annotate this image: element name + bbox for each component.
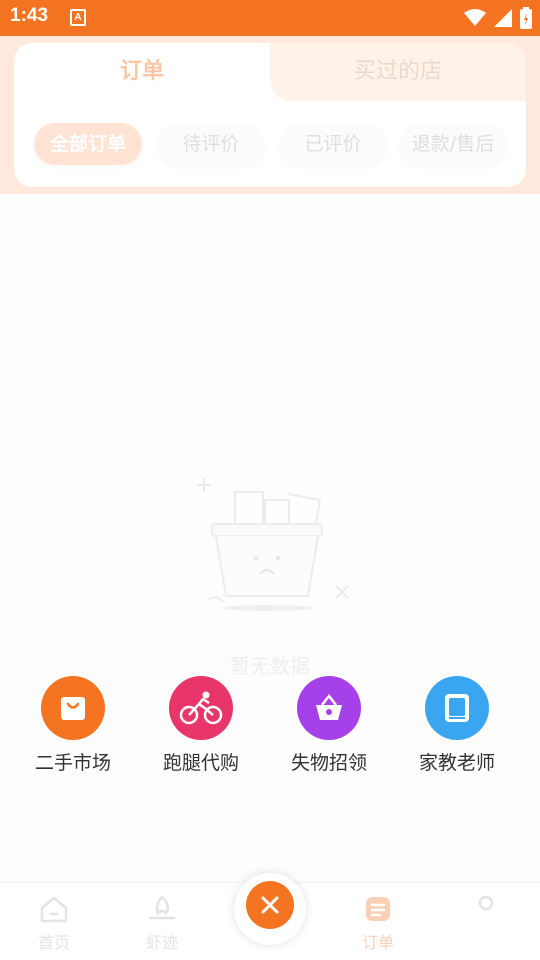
quick-item-label: 失物招领	[290, 752, 367, 774]
quick-item-label: 二手市场	[34, 752, 111, 774]
status-icons	[464, 6, 532, 30]
empty-state-text: 暂无数据	[230, 654, 310, 678]
signal-icon	[494, 9, 512, 27]
quick-item-tutor[interactable]: 家教老师	[402, 676, 512, 775]
battery-icon	[520, 7, 532, 29]
nav-label: 虾迹	[145, 933, 178, 952]
nav-trail[interactable]: 虾迹	[122, 895, 202, 953]
profile-icon	[478, 895, 494, 911]
shopping-bag-icon	[41, 676, 105, 740]
nav-label: 首页	[37, 933, 70, 952]
order-tab-card: 订单 买过的店 全部订单 待评价 已评价 退款/售后	[14, 43, 526, 187]
nav-label: 订单	[361, 933, 394, 952]
chip-pending-review[interactable]: 待评价	[158, 123, 264, 165]
chip-reviewed[interactable]: 已评价	[280, 123, 386, 165]
quick-item-label: 跑腿代购	[162, 752, 239, 774]
notification-icon: A	[70, 9, 86, 26]
basket-icon	[297, 676, 361, 740]
chip-refund-aftersale[interactable]: 退款/售后	[400, 123, 506, 165]
orders-icon	[366, 897, 390, 921]
tab-bought-shops[interactable]: 买过的店	[270, 43, 526, 101]
quick-item-errand[interactable]: 跑腿代购	[146, 676, 256, 775]
chip-all-orders[interactable]: 全部订单	[34, 123, 142, 165]
home-icon	[40, 896, 68, 923]
flame-icon	[148, 895, 176, 920]
book-icon	[425, 676, 489, 740]
nav-home[interactable]: 首页	[14, 895, 94, 953]
status-bar: 1:43 A	[0, 0, 540, 36]
empty-box-illustration	[197, 478, 349, 611]
cyclist-icon	[169, 676, 233, 740]
nav-profile[interactable]	[446, 895, 526, 929]
quick-item-label: 家教老师	[418, 752, 495, 774]
nav-orders[interactable]: 订单	[338, 895, 418, 953]
tab-orders[interactable]: 订单	[14, 43, 270, 101]
center-close-button[interactable]	[246, 881, 294, 929]
quick-item-second-hand[interactable]: 二手市场	[18, 676, 128, 775]
wifi-icon	[464, 9, 486, 26]
quick-item-lost-found[interactable]: 失物招领	[274, 676, 384, 775]
close-icon	[261, 896, 279, 914]
status-time: 1:43	[10, 5, 49, 26]
